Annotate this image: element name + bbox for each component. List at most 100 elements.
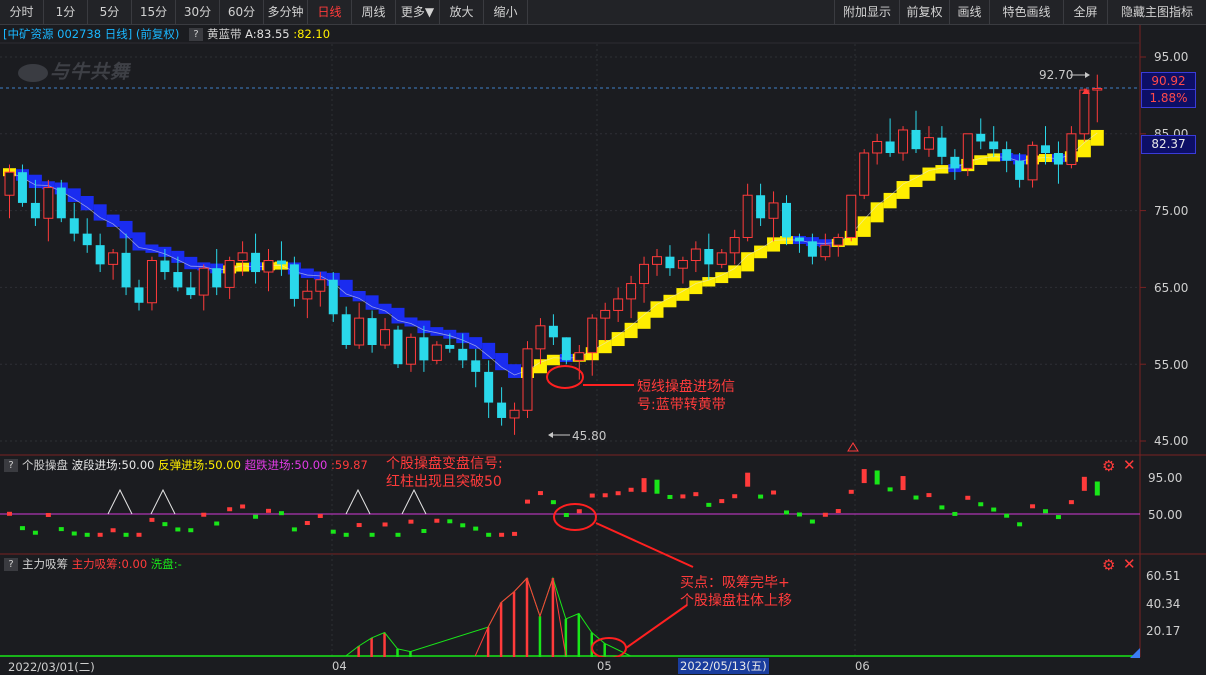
sub1-bar: [473, 526, 479, 531]
buy-point-pointer: [625, 604, 688, 649]
sub1-bar: [1068, 500, 1074, 505]
sub1-bar: [667, 494, 673, 499]
low-pointer-arrow: [548, 432, 553, 438]
candle-body-up: [4, 171, 15, 196]
candle-body-down: [937, 137, 947, 157]
sub1-bar: [978, 502, 984, 507]
sub1-bar: [615, 491, 621, 496]
sub1-bar: [1017, 522, 1023, 527]
candle-body-down: [471, 360, 481, 372]
annotation-buy-point: 买点：吸筹完毕+ 个股操盘柱体上移: [680, 575, 792, 609]
candle-body-down: [782, 202, 791, 238]
sub1-bar: [447, 519, 453, 524]
date-axis: [0, 657, 1140, 675]
band-block: [676, 288, 690, 301]
sub1-bar: [1004, 513, 1010, 518]
sub1-bar: [434, 518, 440, 523]
sub1-bar: [84, 532, 90, 537]
candle-body-up: [613, 298, 624, 311]
candle-body-down: [212, 268, 222, 288]
sub1-bar: [460, 523, 466, 528]
candle-body-down: [756, 195, 766, 219]
candle-body-up: [522, 348, 533, 411]
date-label-selected: 2022/05/13(五): [678, 658, 769, 674]
band-block: [624, 322, 638, 339]
sub1-bar: [486, 532, 492, 537]
sub1-bar: [861, 469, 867, 484]
turn-signal-pointer: [595, 522, 694, 568]
candle-body-down: [704, 249, 714, 265]
candle-body-up: [1066, 133, 1077, 166]
candle-body-down: [458, 348, 468, 361]
band-block: [184, 256, 198, 270]
band-block: [909, 174, 923, 188]
candle-body-down: [1041, 145, 1050, 153]
candle-body-up: [742, 194, 753, 238]
sub1-bar: [58, 527, 64, 532]
buy-point-circle: [591, 637, 627, 659]
sub1-bar: [110, 528, 116, 533]
candle-body-down: [30, 202, 40, 219]
band-block: [728, 265, 742, 279]
sub1-bar: [227, 507, 233, 512]
candle-body-down: [950, 156, 960, 169]
corner-resize-icon[interactable]: [1130, 648, 1140, 658]
sub1-bar: [809, 519, 815, 524]
candle-body-down: [56, 187, 66, 219]
candle-body-down: [289, 264, 299, 299]
candle-body-down: [328, 279, 338, 315]
candle-body-down: [665, 256, 675, 269]
high-price-label: 92.70: [1039, 68, 1074, 82]
signal-triangle: [847, 442, 859, 452]
sub1-bar: [201, 512, 207, 517]
sub1-bar: [421, 528, 427, 533]
band-block: [650, 301, 664, 318]
sub1-bar: [848, 489, 854, 494]
candle-body-up: [872, 140, 883, 154]
sub1-bar: [162, 522, 168, 527]
sub1-signal-triangle: [345, 488, 371, 515]
candle-body-up: [962, 133, 973, 169]
candle-body-down: [807, 241, 817, 257]
band-block: [663, 294, 677, 308]
sub1-bar: [97, 532, 103, 537]
sub1-bar: [395, 532, 401, 537]
date-label-start: 2022/03/01(二): [8, 660, 95, 674]
sub1-bar: [32, 530, 38, 535]
band-block: [80, 195, 94, 211]
candle-body-up: [315, 279, 326, 292]
sub1-bar: [654, 479, 660, 494]
candle-body-down: [341, 314, 351, 345]
annotation-band-signal: 短线操盘进场信 号:蓝带转黄带: [637, 379, 735, 413]
candle-body-up: [1079, 89, 1090, 135]
candle-body-up: [574, 352, 585, 361]
turn-signal-circle: [553, 503, 597, 531]
candle-body-down: [367, 318, 377, 345]
sub1-bar: [641, 478, 647, 493]
candle-body-up: [43, 187, 54, 219]
date-label-may: 05: [597, 659, 612, 673]
high-pointer-arrow: [1085, 72, 1090, 78]
candle-body-down: [160, 260, 170, 273]
candle-body-down: [561, 337, 571, 361]
candle-body-down: [17, 172, 27, 203]
candle-body-up: [535, 325, 546, 350]
candle-body-up: [923, 137, 934, 150]
sub1-bar: [913, 495, 919, 500]
candle-body-up: [833, 236, 844, 246]
sub1-bar: [835, 509, 841, 514]
candle-body-up: [431, 344, 442, 361]
band-block: [1090, 129, 1104, 146]
band-block: [883, 192, 897, 209]
sub1-bar: [758, 494, 764, 499]
candle-body-up: [898, 129, 909, 154]
sub1-bar: [537, 491, 543, 496]
candle-body-up: [354, 317, 365, 346]
sub1-bar: [784, 510, 789, 515]
candle-body-up: [237, 252, 248, 262]
candle-body-up: [198, 267, 209, 296]
band-signal-circle: [546, 365, 584, 389]
candle-body-down: [445, 345, 455, 349]
candle-body-up: [1092, 87, 1103, 91]
sub1-bar: [680, 494, 686, 499]
